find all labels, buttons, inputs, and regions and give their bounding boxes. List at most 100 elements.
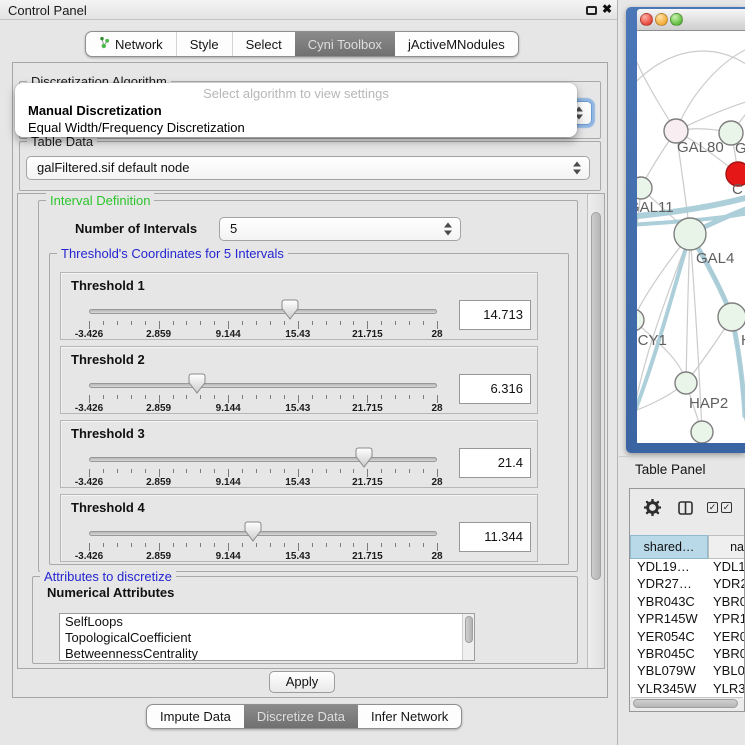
slider-thumb[interactable] (188, 373, 206, 394)
window-float-icon[interactable] (586, 6, 597, 15)
tab-cyni-toolbox[interactable]: Cyni Toolbox (295, 32, 395, 56)
threshold-value-field[interactable]: 14.713 (459, 300, 531, 330)
tick-mark (353, 469, 354, 473)
cell-name[interactable]: YDL1 (709, 559, 744, 576)
network-canvas[interactable]: GAL80GCGAL11GAL4GCY1HHAP2 (637, 31, 745, 443)
network-view-window[interactable]: GAL80GCGAL11GAL4GCY1HHAP2 (626, 7, 745, 453)
scrollbar-thumb[interactable] (633, 699, 738, 708)
control-panel-titlebar: Control Panel ✖ (0, 0, 617, 20)
threshold-value-field[interactable]: 6.316 (459, 374, 531, 404)
numerical-attributes-list[interactable]: SelfLoopsTopologicalCoefficientBetweenne… (59, 613, 475, 661)
tab-select[interactable]: Select (232, 32, 295, 56)
column-header-name[interactable]: na (708, 535, 744, 559)
gear-icon[interactable] (644, 499, 661, 519)
table-row[interactable]: YER054CYER0 (630, 629, 744, 646)
cell-name[interactable]: YBL0 (709, 663, 744, 680)
tick-mark (270, 321, 271, 325)
tick-mark (214, 543, 215, 547)
cell-shared-name[interactable]: YDR27… (630, 576, 709, 593)
network-node[interactable] (691, 421, 713, 443)
tick-label: -3.426 (75, 551, 103, 562)
tab-jactivemnodules[interactable]: jActiveMNodules (395, 32, 518, 56)
tab-style[interactable]: Style (176, 32, 232, 56)
tick-mark (298, 543, 299, 551)
attribute-item-topologicalcoefficient[interactable]: TopologicalCoefficient (60, 630, 474, 646)
network-node-gal4[interactable] (674, 218, 706, 250)
slider-track[interactable] (89, 309, 437, 314)
scrollbar-thumb[interactable] (591, 212, 601, 580)
slider-track[interactable] (89, 383, 437, 388)
scrollbar-thumb[interactable] (465, 616, 473, 643)
network-node-gal11[interactable] (637, 177, 652, 199)
slider-thumb[interactable] (355, 447, 373, 468)
attribute-item-selfloops[interactable]: SelfLoops (60, 614, 474, 630)
table-data-combobox[interactable]: galFiltered.sif default node (26, 156, 590, 180)
tab-discretize-data[interactable]: Discretize Data (244, 705, 358, 728)
tab-infer-network[interactable]: Infer Network (358, 705, 461, 728)
tick-mark (381, 469, 382, 473)
table-row[interactable]: YBR043CYBR0 (630, 594, 744, 611)
split-view-icon[interactable] (678, 501, 693, 518)
cell-name[interactable]: YER0 (709, 629, 744, 646)
tick-mark (437, 321, 438, 329)
attribute-item-betweennesscentrality[interactable]: BetweennessCentrality (60, 646, 474, 661)
tick-mark (312, 543, 313, 547)
cell-name[interactable]: YPR1 (709, 611, 744, 628)
network-window-titlebar[interactable] (637, 9, 745, 31)
cell-shared-name[interactable]: YDL19… (630, 559, 709, 576)
settings-vertical-scrollbar[interactable] (587, 194, 604, 668)
tab-impute-data[interactable]: Impute Data (147, 705, 244, 728)
cell-name[interactable]: YBR0 (709, 646, 744, 663)
dropdown-option-equal-width-frequency-discretization[interactable]: Equal Width/Frequency Discretization (15, 119, 577, 136)
traffic-light-red[interactable] (640, 13, 653, 26)
tab-network[interactable]: Network (86, 32, 176, 56)
table-horizontal-scrollbar[interactable] (631, 697, 743, 709)
network-graph[interactable]: GAL80GCGAL11GAL4GCY1HHAP2 (637, 31, 745, 443)
tick-mark (409, 543, 410, 547)
stepper-arrows-icon[interactable] (444, 223, 453, 236)
threshold-value-field[interactable]: 11.344 (459, 522, 531, 552)
apply-button[interactable]: Apply (269, 671, 335, 693)
cell-shared-name[interactable]: YBL079W (630, 663, 709, 680)
slider-track[interactable] (89, 531, 437, 536)
table-row[interactable]: YDR27…YDR2 (630, 576, 744, 593)
tick-mark (214, 469, 215, 473)
tick-label: 21.715 (352, 477, 383, 488)
column-visibility-icons[interactable]: ✓ ✓ (707, 502, 732, 513)
table-row[interactable]: YPR145WYPR1 (630, 611, 744, 628)
column-header-shared-name[interactable]: shared… (630, 535, 708, 559)
cell-shared-name[interactable]: YBR043C (630, 594, 709, 611)
traffic-light-yellow[interactable] (655, 13, 668, 26)
table-row[interactable]: YLR345WYLR3 (630, 681, 744, 698)
table-row[interactable]: YBL079WYBL0 (630, 663, 744, 680)
slider-track[interactable] (89, 457, 437, 462)
stepper-arrows-icon[interactable] (573, 162, 582, 175)
network-node-h[interactable] (718, 303, 745, 331)
dropdown-option-manual-discretization[interactable]: Manual Discretization (15, 102, 577, 119)
attributes-scrollbar[interactable] (462, 614, 474, 660)
cell-shared-name[interactable]: YBR045C (630, 646, 709, 663)
cell-shared-name[interactable]: YPR145W (630, 611, 709, 628)
slider-thumb[interactable] (281, 299, 299, 320)
tick-mark (409, 321, 410, 325)
cell-name[interactable]: YBR0 (709, 594, 744, 611)
tick-mark (214, 321, 215, 325)
number-of-intervals-spinner[interactable]: 5 (219, 217, 461, 241)
traffic-light-green[interactable] (670, 13, 683, 26)
threshold-value-field[interactable]: 21.4 (459, 448, 531, 478)
network-node-hap2[interactable] (675, 372, 697, 394)
checkbox-checked-icon[interactable]: ✓ (721, 502, 732, 513)
window-close-icon[interactable]: ✖ (602, 2, 612, 16)
tick-mark (326, 395, 327, 399)
checkbox-checked-icon[interactable]: ✓ (707, 502, 718, 513)
cell-shared-name[interactable]: YER054C (630, 629, 709, 646)
cell-name[interactable]: YDR2 (709, 576, 744, 593)
tick-mark (423, 395, 424, 399)
slider-thumb[interactable] (244, 521, 262, 542)
cell-name[interactable]: YLR3 (709, 681, 744, 698)
table-row[interactable]: YDL19…YDL1 (630, 559, 744, 576)
table-row[interactable]: YBR045CYBR0 (630, 646, 744, 663)
network-node-gcy1[interactable] (637, 309, 644, 331)
tick-mark (284, 395, 285, 399)
cell-shared-name[interactable]: YLR345W (630, 681, 709, 698)
